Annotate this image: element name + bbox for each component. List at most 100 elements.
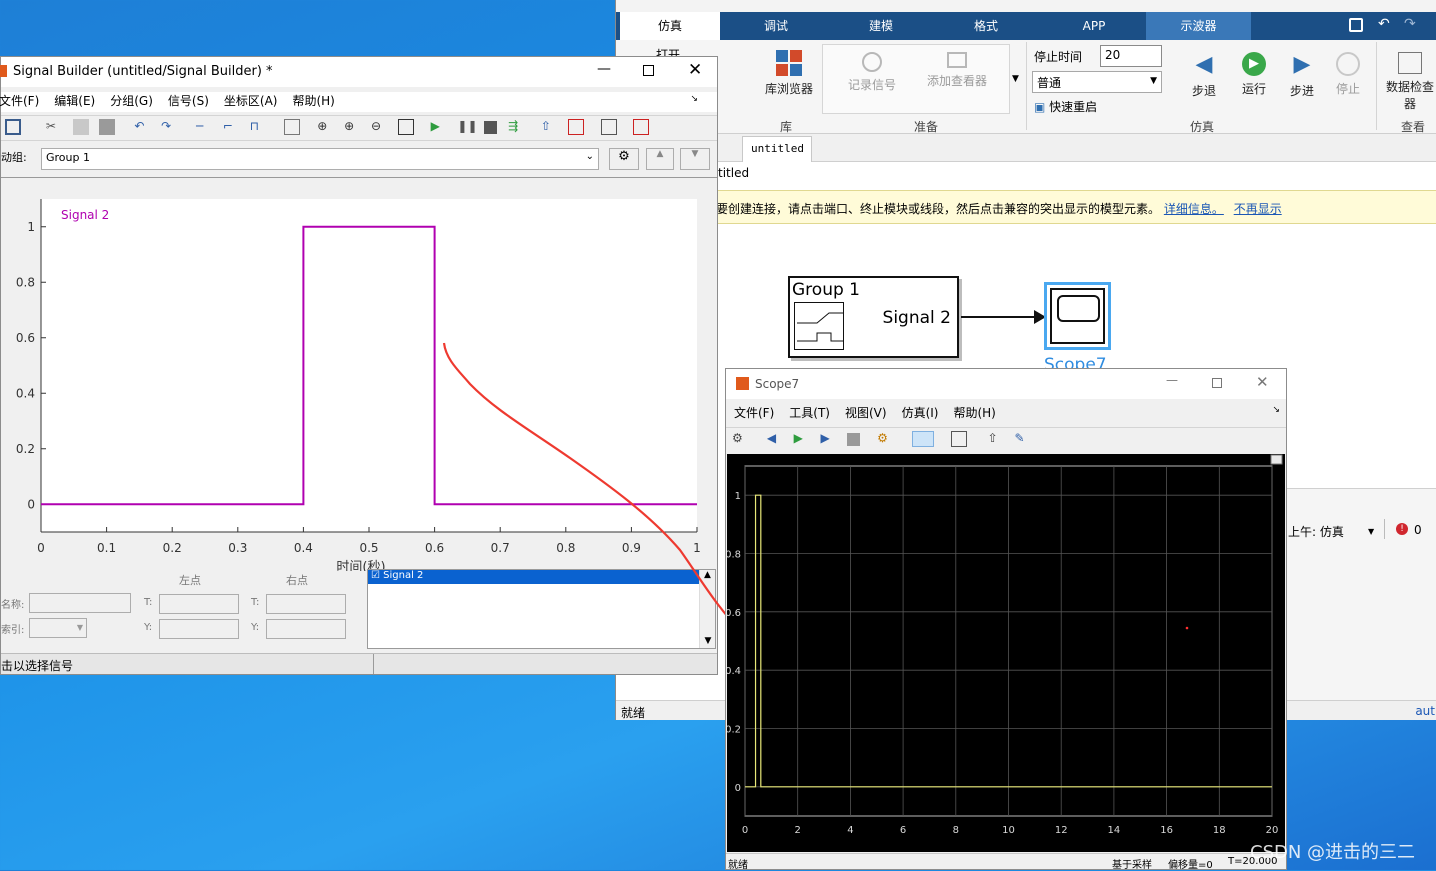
run-button[interactable]: ▶ 运行 [1234,52,1274,97]
run-all-icon[interactable]: ⇶ [508,119,524,135]
zoom-y-icon[interactable]: ⊕ [344,119,360,135]
maximize-icon[interactable] [1212,378,1222,388]
chevron-down-icon[interactable]: ▼ [1368,527,1374,536]
scroll-down-icon[interactable]: ▼ [700,636,716,646]
save-icon[interactable] [5,119,21,135]
constant-icon[interactable]: ─ [196,119,212,135]
error-icon[interactable]: ! [1396,523,1408,535]
signal-list[interactable]: ☑ Signal 2 ▲ ▼ [367,569,716,649]
active-group-select[interactable]: Group 1 ⌄ [41,148,599,170]
library-browser-button[interactable]: 库浏览器 [764,50,814,97]
menu-tools[interactable]: 工具(T) [789,406,830,420]
menu-view[interactable]: 视图(V) [845,406,887,420]
trigger-icon[interactable]: ⇧ [988,431,1004,447]
menu-help[interactable]: 帮助(H) [292,94,334,108]
run-icon[interactable]: ▶ [794,431,810,447]
stop-icon[interactable] [484,120,498,134]
sim-mode-select[interactable]: 普通 ▼ [1032,71,1162,93]
right-t-input[interactable] [266,594,346,614]
menu-help[interactable]: 帮助(H) [953,406,995,420]
scroll-up-icon[interactable]: ▲ [700,570,715,580]
zoom-x-icon[interactable]: ⊕ [317,119,333,135]
record-signal-button[interactable]: 记录信号 [842,52,902,93]
signal-builder-block[interactable]: Group 1 Signal 2 [788,276,959,358]
menu-overflow-icon[interactable]: ↘ [1272,405,1280,415]
simulink-status-solver[interactable]: aut [1415,704,1435,718]
tab-debug[interactable]: 调试 [736,12,816,40]
save-icon[interactable] [1349,18,1363,32]
show-block-icon[interactable] [567,119,584,135]
menu-group[interactable]: 分组(G) [110,94,153,108]
fit-view-icon[interactable] [397,119,414,135]
minimize-icon[interactable]: — [1166,373,1178,387]
scope-titlebar[interactable]: Scope7 — ✕ [726,369,1286,399]
pause-icon[interactable]: ❚❚ [457,119,477,135]
step-back-icon[interactable]: ◀ [767,431,783,447]
tab-scope[interactable]: 示波器 [1146,12,1251,40]
breadcrumb[interactable]: titled [718,166,749,180]
pulse-icon[interactable]: ⊓ [250,119,266,135]
add-viewer-button[interactable]: 添加查看器 [922,52,992,89]
signal-name-input[interactable] [29,593,131,613]
signal-plot[interactable]: 0 0.1 0.2 0.3 0.4 0.5 0.6 0.7 0.8 0.9 1 0 0.2 0.4 0.6 0… [1,179,717,571]
data-inspector-button[interactable]: 数据检查器 [1384,52,1436,112]
zoom-icon[interactable]: ⊖ [371,119,387,135]
menu-signal[interactable]: 信号(S) [168,94,209,108]
menu-simulation[interactable]: 仿真(I) [902,406,939,420]
move-group-down-icon[interactable]: ▼ [680,148,710,170]
gallery-dropdown-icon[interactable]: ▼ [1012,74,1019,84]
doc-tab-untitled[interactable]: untitled [742,136,812,162]
cut-icon[interactable]: ✂ [46,119,62,135]
move-group-up-icon[interactable]: ▲ [646,148,674,170]
menu-axes[interactable]: 坐标区(A) [224,94,278,108]
stop-time-input[interactable]: 20 [1100,45,1162,67]
paste-icon[interactable] [99,119,116,135]
scope-block[interactable] [1044,282,1111,350]
minimize-icon[interactable]: — [597,61,611,77]
left-t-input[interactable] [159,594,239,614]
stop-icon[interactable] [847,432,861,446]
step-forward-button[interactable]: ▶ 步进 [1282,52,1322,99]
scope-plot[interactable]: 0 2 4 6 8 10 12 14 16 18 20 0 0.2 0.4 0.6 0.8 1 [727,454,1285,852]
tab-simulation[interactable]: 仿真 [620,12,720,40]
list-item[interactable]: ☑ Signal 2 [368,570,699,584]
help-icon[interactable] [633,119,650,135]
checkbox-icon[interactable]: ☑ [371,570,380,581]
tab-format[interactable]: 格式 [946,12,1026,40]
menu-edit[interactable]: 编辑(E) [54,94,95,108]
grid-icon[interactable] [284,119,301,135]
menu-file[interactable]: 文件(F) [734,406,774,420]
redo-icon[interactable]: ↷ [1404,16,1416,32]
settings-icon[interactable]: ⚙ [732,431,748,447]
highlight-icon[interactable]: ⚙ [877,431,893,447]
dont-show-link[interactable]: 不再显示 [1234,202,1282,216]
step-forward-icon[interactable]: ▶ [820,431,836,447]
zoom-in-icon[interactable] [911,431,934,447]
copy-icon[interactable] [72,119,89,135]
sb-titlebar[interactable]: Signal Builder (untitled/Signal Builder)… [0,57,717,87]
step-icon[interactable]: ⌐ [223,119,239,135]
signal-index-select[interactable]: ▼ [29,618,87,638]
stop-button[interactable]: 停止 [1328,52,1368,97]
menu-file[interactable]: 文件(F) [0,94,39,108]
up-icon[interactable]: ⇧ [541,119,557,135]
measurements-icon[interactable]: ✎ [1014,431,1030,447]
fast-restart-toggle[interactable]: ▣ 快速重启 [1034,98,1097,115]
verification-icon[interactable] [600,119,617,135]
close-icon[interactable]: ✕ [1256,373,1269,391]
step-back-button[interactable]: ◀ 步退 [1184,52,1224,99]
maximize-icon[interactable] [643,65,654,76]
left-y-input[interactable] [159,619,239,639]
undo-icon[interactable]: ↶ [134,119,150,135]
tab-app[interactable]: APP [1054,12,1134,40]
redo-icon[interactable]: ↷ [161,119,177,135]
start-simulation-icon[interactable]: ▶ [431,119,447,135]
menu-overflow-icon[interactable]: ↘ [690,94,698,104]
undo-icon[interactable]: ↶ [1378,16,1390,32]
tab-modeling[interactable]: 建模 [841,12,921,40]
details-link[interactable]: 详细信息。 [1164,202,1224,216]
close-icon[interactable]: ✕ [688,60,702,80]
right-y-input[interactable] [266,619,346,639]
autoscale-icon[interactable] [950,431,967,447]
gear-icon[interactable]: ⚙ [609,148,639,170]
